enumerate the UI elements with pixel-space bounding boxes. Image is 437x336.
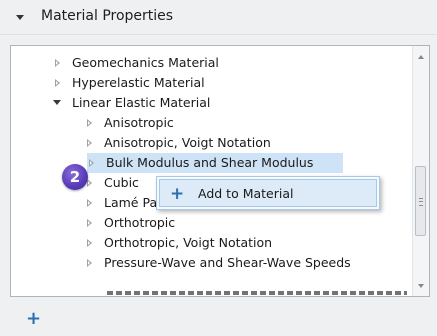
add-button[interactable]: +: [26, 310, 41, 328]
scrollbar-thumb[interactable]: [415, 166, 426, 236]
tree-item-label: Orthotropic: [104, 215, 176, 230]
tree-item-geomechanics[interactable]: Geomechanics Material: [55, 53, 219, 73]
expand-arrow-icon[interactable]: [55, 79, 60, 87]
tree-item-label: Pressure-Wave and Shear-Wave Speeds: [104, 255, 351, 270]
tree-item-label: Linear Elastic Material: [72, 95, 211, 110]
partially-visible-tree-item: [107, 278, 407, 296]
section-header-material-properties[interactable]: Material Properties: [0, 0, 437, 35]
tree-item-label: Orthotropic, Voigt Notation: [104, 235, 273, 250]
vertical-scrollbar[interactable]: [412, 46, 429, 296]
plus-icon: +: [170, 184, 185, 204]
collapse-arrow-icon[interactable]: [16, 15, 24, 20]
expand-arrow-icon[interactable]: [87, 139, 92, 147]
section-title: Material Properties: [41, 8, 174, 24]
collapse-arrow-icon[interactable]: [53, 100, 61, 105]
expand-arrow-icon[interactable]: [87, 259, 92, 267]
tree-item-bulk-shear-modulus[interactable]: Bulk Modulus and Shear Modulus: [87, 153, 343, 173]
add-to-material-menu-item[interactable]: + Add to Material: [159, 179, 377, 207]
scroll-up-arrow-icon[interactable]: [418, 55, 424, 59]
tree-item-orthotropic[interactable]: Orthotropic: [87, 213, 175, 233]
tree-item-hyperelastic[interactable]: Hyperelastic Material: [55, 73, 205, 93]
tree-item-anisotropic-voigt[interactable]: Anisotropic, Voigt Notation: [87, 133, 271, 153]
tree-item-label: Anisotropic, Voigt Notation: [104, 135, 271, 150]
expand-arrow-icon[interactable]: [55, 59, 60, 67]
tree-item-anisotropic[interactable]: Anisotropic: [87, 113, 174, 133]
step-callout-badge: 2: [62, 164, 88, 190]
expand-arrow-icon[interactable]: [87, 179, 92, 187]
tree-item-label: Bulk Modulus and Shear Modulus: [106, 155, 314, 170]
grip-icon: [419, 198, 423, 206]
expand-arrow-icon[interactable]: [87, 239, 92, 247]
tree-item-pressure-shear-wave[interactable]: Pressure-Wave and Shear-Wave Speeds: [87, 253, 351, 273]
context-menu: + Add to Material: [156, 176, 380, 210]
tree-item-label: Hyperelastic Material: [72, 75, 205, 90]
expand-arrow-icon[interactable]: [87, 199, 92, 207]
tree-item-label: Cubic: [104, 175, 139, 190]
tree-item-label: Anisotropic: [104, 115, 174, 130]
scroll-down-arrow-icon[interactable]: [418, 284, 424, 288]
expand-arrow-icon[interactable]: [89, 159, 94, 167]
tree-item-lame-parameters[interactable]: Lamé Parameters: [87, 193, 214, 213]
expand-arrow-icon[interactable]: [87, 119, 92, 127]
tree-item-orthotropic-voigt[interactable]: Orthotropic, Voigt Notation: [87, 233, 272, 253]
tree-item-linear-elastic[interactable]: Linear Elastic Material: [53, 93, 210, 113]
tree-item-label: Geomechanics Material: [72, 55, 219, 70]
menu-item-label: Add to Material: [198, 186, 294, 201]
expand-arrow-icon[interactable]: [87, 219, 92, 227]
